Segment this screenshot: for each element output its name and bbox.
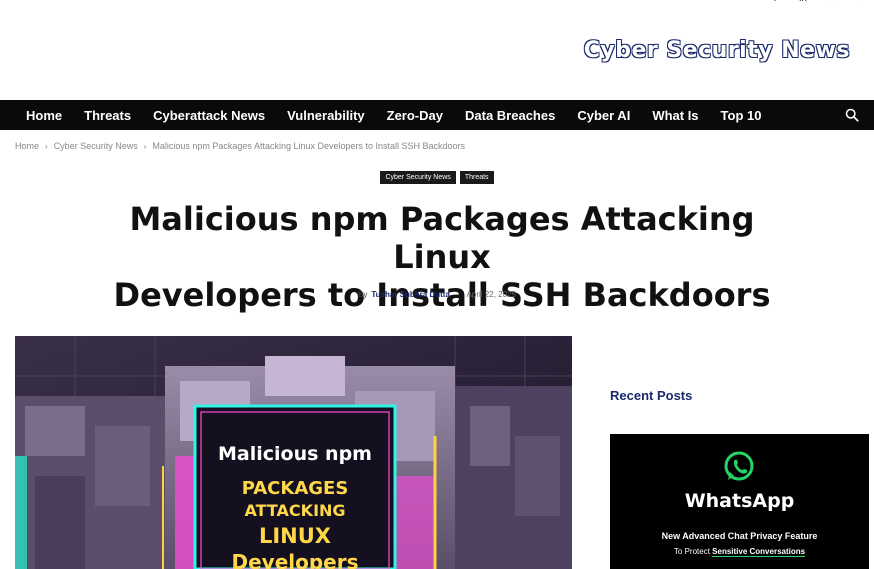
article-title-line1: Malicious npm Packages Attacking Linux [129, 200, 755, 276]
image-text-line3: ATTACKING [244, 501, 345, 520]
search-icon [845, 108, 859, 122]
image-text-line4: LINUX [259, 524, 331, 548]
nav-item-what-is[interactable]: What Is [641, 108, 709, 123]
recent-post-thumbnail[interactable]: WhatsApp New Advanced Chat Privacy Featu… [610, 434, 869, 569]
tag-cyber-security-news[interactable]: Cyber Security News [380, 171, 456, 184]
site-logo[interactable]: Cyber Security News [584, 38, 850, 63]
nav-item-home[interactable]: Home [15, 108, 73, 123]
category-tags: Cyber Security News Threats [0, 171, 874, 184]
search-button[interactable] [830, 100, 874, 130]
nav-item-threats[interactable]: Threats [73, 108, 142, 123]
nav-item-zero-day[interactable]: Zero-Day [376, 108, 454, 123]
breadcrumb: Home › Cyber Security News › Malicious n… [15, 141, 465, 151]
whatsapp-icon [724, 451, 754, 481]
byline-separator: - [456, 290, 460, 299]
facebook-icon[interactable]: f [770, 0, 780, 4]
thumb-subline-highlight: Sensitive Conversations [712, 547, 806, 557]
image-text-line2: PACKAGES [242, 478, 349, 499]
article-byline: By Tushar Subhra Dutta - April 22, 2025 [0, 290, 874, 299]
nav-item-data-breaches[interactable]: Data Breaches [454, 108, 566, 123]
byline-by: By [358, 290, 368, 299]
linkedin-icon[interactable]: in [798, 0, 808, 4]
image-text-line1: Malicious npm [218, 443, 372, 465]
chevron-right-icon: › [143, 141, 147, 151]
x-icon[interactable]: ✕ [854, 0, 864, 4]
breadcrumb-category[interactable]: Cyber Security News [54, 141, 138, 151]
thumb-headline: New Advanced Chat Privacy Feature [661, 531, 818, 541]
nav-item-top-10[interactable]: Top 10 [710, 108, 773, 123]
recent-posts-heading: Recent Posts [610, 388, 693, 403]
featured-image-illustration: Malicious npm PACKAGES ATTACKING LINUX D… [15, 336, 572, 569]
tag-threats[interactable]: Threats [459, 171, 494, 184]
site-header: f in ◔ ✕ Cyber Security News [0, 0, 874, 100]
breadcrumb-home[interactable]: Home [15, 141, 39, 151]
featured-image: Malicious npm PACKAGES ATTACKING LINUX D… [15, 336, 572, 569]
thumb-subline: To Protect Sensitive Conversations [610, 547, 869, 557]
author-link[interactable]: Tushar Subhra Dutta [371, 290, 450, 299]
thumb-subline-prefix: To Protect [673, 547, 713, 556]
publish-date: April 22, 2025 [466, 290, 516, 299]
chevron-right-icon: › [45, 141, 48, 151]
rss-icon[interactable]: ◔ [826, 0, 836, 4]
social-icons: f in ◔ ✕ [770, 0, 864, 4]
breadcrumb-current: Malicious npm Packages Attacking Linux D… [152, 141, 466, 151]
nav-item-vulnerability[interactable]: Vulnerability [276, 108, 376, 123]
main-navbar: Home Threats Cyberattack News Vulnerabil… [0, 100, 874, 130]
whatsapp-brand-text: WhatsApp [684, 490, 795, 512]
nav-item-cyber-ai[interactable]: Cyber AI [566, 108, 641, 123]
image-text-line5: Developers [231, 550, 358, 569]
nav-item-cyberattack-news[interactable]: Cyberattack News [142, 108, 276, 123]
nav-menu: Home Threats Cyberattack News Vulnerabil… [15, 100, 772, 130]
